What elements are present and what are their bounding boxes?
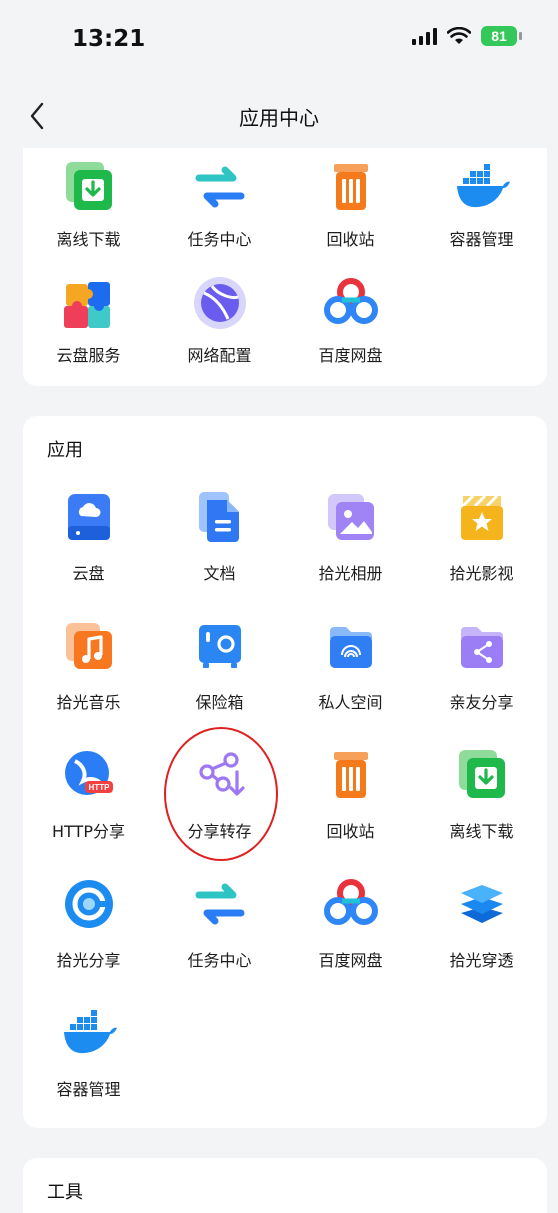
app-item-label: 保险箱 xyxy=(195,693,244,712)
wifi-icon xyxy=(447,27,471,44)
penetration-icon xyxy=(453,875,511,933)
status-time: 13:21 xyxy=(72,26,146,52)
document-icon xyxy=(191,488,249,546)
page-title: 应用中心 xyxy=(239,106,319,130)
app-item-12[interactable]: 拾光分享 xyxy=(23,861,154,990)
app-item-10[interactable]: 回收站 xyxy=(285,732,416,861)
private-space-icon xyxy=(322,617,380,675)
app-item-label: 容器管理 xyxy=(56,1080,121,1099)
apps-card: 应用 云盘 文档 拾光相册 拾光影视拾光音乐 保险箱 私人空间 亲友分享 HTTP HTTP分享… xyxy=(23,416,547,1128)
app-item-2[interactable]: 拾光相册 xyxy=(285,474,416,603)
app-item-label: 云盘 xyxy=(72,564,105,583)
app-item-14[interactable]: 百度网盘 xyxy=(285,861,416,990)
trash-icon xyxy=(322,746,380,804)
docker-icon xyxy=(453,158,511,216)
navigation-bar: 应用中心 xyxy=(0,88,558,144)
top-item-3[interactable]: 容器管理 xyxy=(416,148,547,264)
top-item-label: 百度网盘 xyxy=(318,346,383,365)
shortcut-card: 离线下载 任务中心 回收站 容器管理云盘服务 网络配置 百度网盘 xyxy=(23,148,547,386)
safe-icon xyxy=(191,617,249,675)
puzzle-icon xyxy=(60,274,118,332)
top-item-4[interactable]: 云盘服务 xyxy=(23,264,154,380)
family-share-icon xyxy=(453,617,511,675)
top-item-label: 云盘服务 xyxy=(56,346,121,365)
app-item-label: 拾光影视 xyxy=(449,564,514,583)
app-item-9[interactable]: 分享转存 xyxy=(154,732,285,861)
top-item-6[interactable]: 百度网盘 xyxy=(285,264,416,380)
app-item-3[interactable]: 拾光影视 xyxy=(416,474,547,603)
apps-grid: 云盘 文档 拾光相册 拾光影视拾光音乐 保险箱 私人空间 亲友分享 HTTP HTTP分享 分享转… xyxy=(23,474,547,1119)
app-item-label: 任务中心 xyxy=(187,951,252,970)
app-item-label: 百度网盘 xyxy=(318,951,383,970)
app-item-0[interactable]: 云盘 xyxy=(23,474,154,603)
network-icon xyxy=(191,274,249,332)
task-center-icon xyxy=(191,875,249,933)
photo-album-icon xyxy=(322,488,380,546)
top-item-label: 离线下载 xyxy=(56,230,121,249)
app-item-1[interactable]: 文档 xyxy=(154,474,285,603)
app-item-label: 亲友分享 xyxy=(449,693,514,712)
shortcut-grid: 离线下载 任务中心 回收站 容器管理云盘服务 网络配置 百度网盘 xyxy=(23,148,547,380)
app-item-15[interactable]: 拾光穿透 xyxy=(416,861,547,990)
cellular-signal-icon xyxy=(412,27,437,45)
app-item-label: 离线下载 xyxy=(449,822,514,841)
top-item-1[interactable]: 任务中心 xyxy=(154,148,285,264)
baidu-cloud-icon xyxy=(322,875,380,933)
status-bar: 13:21 81 xyxy=(0,0,558,80)
app-item-11[interactable]: 离线下载 xyxy=(416,732,547,861)
app-item-8[interactable]: HTTP HTTP分享 xyxy=(23,732,154,861)
top-item-label: 任务中心 xyxy=(187,230,252,249)
app-item-label: HTTP分享 xyxy=(52,822,125,841)
http-share-icon: HTTP xyxy=(60,746,118,804)
tools-card: 工具 xyxy=(23,1158,547,1213)
app-item-16[interactable]: 容器管理 xyxy=(23,990,154,1119)
cloud-drive-icon xyxy=(60,488,118,546)
app-item-5[interactable]: 保险箱 xyxy=(154,603,285,732)
top-item-label: 回收站 xyxy=(326,230,375,249)
baidu-cloud-icon xyxy=(322,274,380,332)
app-item-label: 分享转存 xyxy=(187,822,252,841)
app-item-label: 私人空间 xyxy=(318,693,383,712)
app-item-7[interactable]: 亲友分享 xyxy=(416,603,547,732)
download-icon xyxy=(60,158,118,216)
app-item-13[interactable]: 任务中心 xyxy=(154,861,285,990)
video-icon xyxy=(453,488,511,546)
shiguang-share-icon xyxy=(60,875,118,933)
app-item-label: 文档 xyxy=(203,564,236,583)
battery-indicator: 81 xyxy=(481,26,522,46)
top-item-label: 网络配置 xyxy=(187,346,252,365)
battery-level: 81 xyxy=(481,26,517,46)
app-item-6[interactable]: 私人空间 xyxy=(285,603,416,732)
status-indicators: 81 xyxy=(412,26,522,46)
app-item-label: 拾光穿透 xyxy=(449,951,514,970)
tools-section-title: 工具 xyxy=(47,1182,83,1203)
apps-section-title: 应用 xyxy=(47,440,83,461)
svg-text:HTTP: HTTP xyxy=(88,783,110,792)
docker-icon xyxy=(60,1004,118,1062)
app-item-label: 拾光分享 xyxy=(56,951,121,970)
share-save-icon xyxy=(191,746,249,804)
app-item-label: 拾光音乐 xyxy=(56,693,121,712)
music-icon xyxy=(60,617,118,675)
download-icon xyxy=(453,746,511,804)
top-item-5[interactable]: 网络配置 xyxy=(154,264,285,380)
top-item-0[interactable]: 离线下载 xyxy=(23,148,154,264)
app-item-label: 回收站 xyxy=(326,822,375,841)
app-item-label: 拾光相册 xyxy=(318,564,383,583)
top-item-2[interactable]: 回收站 xyxy=(285,148,416,264)
app-item-4[interactable]: 拾光音乐 xyxy=(23,603,154,732)
top-item-label: 容器管理 xyxy=(449,230,514,249)
trash-icon xyxy=(322,158,380,216)
task-center-icon xyxy=(191,158,249,216)
